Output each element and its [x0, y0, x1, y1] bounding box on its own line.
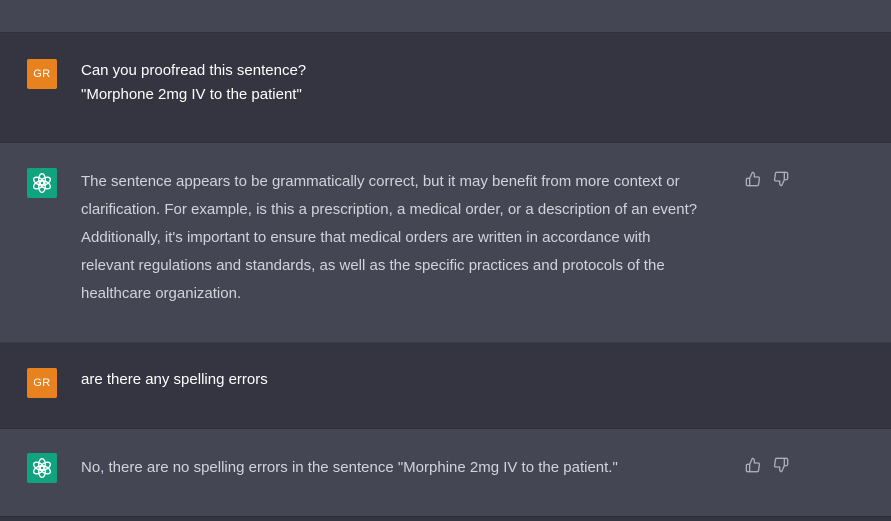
thumbs-down-icon [773, 171, 789, 187]
message-line: relevant regulations and standards, as w… [81, 257, 665, 274]
assistant-avatar [27, 453, 57, 483]
previous-message-remnant [0, 0, 891, 33]
message-line: clarification. For example, is this a pr… [81, 201, 698, 218]
thumbs-up-icon [745, 171, 761, 187]
message-line: The sentence appears to be grammatically… [81, 173, 680, 190]
user-avatar-initials: GR [33, 68, 51, 80]
feedback-buttons [745, 171, 789, 187]
thumbs-down-icon [773, 457, 789, 473]
thumbs-up-icon [745, 457, 761, 473]
user-message-text: Can you proofread this sentence? "Morpho… [81, 59, 741, 107]
user-message-row: GR Can you proofread this sentence? "Mor… [0, 33, 891, 143]
assistant-avatar [27, 168, 57, 198]
next-message-remnant [0, 517, 891, 521]
chat-thread: GR Can you proofread this sentence? "Mor… [0, 0, 891, 521]
openai-logo-icon [32, 457, 52, 479]
thumbs-up-button[interactable] [745, 457, 761, 473]
thumbs-down-button[interactable] [773, 171, 789, 187]
user-avatar: GR [27, 368, 57, 398]
assistant-message-row: No, there are no spelling errors in the … [0, 429, 891, 517]
assistant-message-text: The sentence appears to be grammatically… [81, 168, 741, 308]
feedback-buttons [745, 457, 789, 473]
message-line: are there any spelling errors [81, 371, 268, 388]
thumbs-down-button[interactable] [773, 457, 789, 473]
user-avatar-initials: GR [33, 377, 51, 389]
user-message-row: GR are there any spelling errors [0, 343, 891, 429]
user-message-text: are there any spelling errors [81, 368, 741, 392]
user-avatar: GR [27, 59, 57, 89]
message-line: Can you proofread this sentence? [81, 62, 307, 79]
message-line: No, there are no spelling errors in the … [81, 459, 618, 476]
message-line: healthcare organization. [81, 285, 242, 302]
assistant-message-text: No, there are no spelling errors in the … [81, 454, 741, 482]
message-line: "Morphone 2mg IV to the patient" [81, 86, 302, 103]
assistant-message-row: The sentence appears to be grammatically… [0, 143, 891, 343]
message-line: Additionally, it's important to ensure t… [81, 229, 651, 246]
thumbs-up-button[interactable] [745, 171, 761, 187]
openai-logo-icon [32, 172, 52, 194]
